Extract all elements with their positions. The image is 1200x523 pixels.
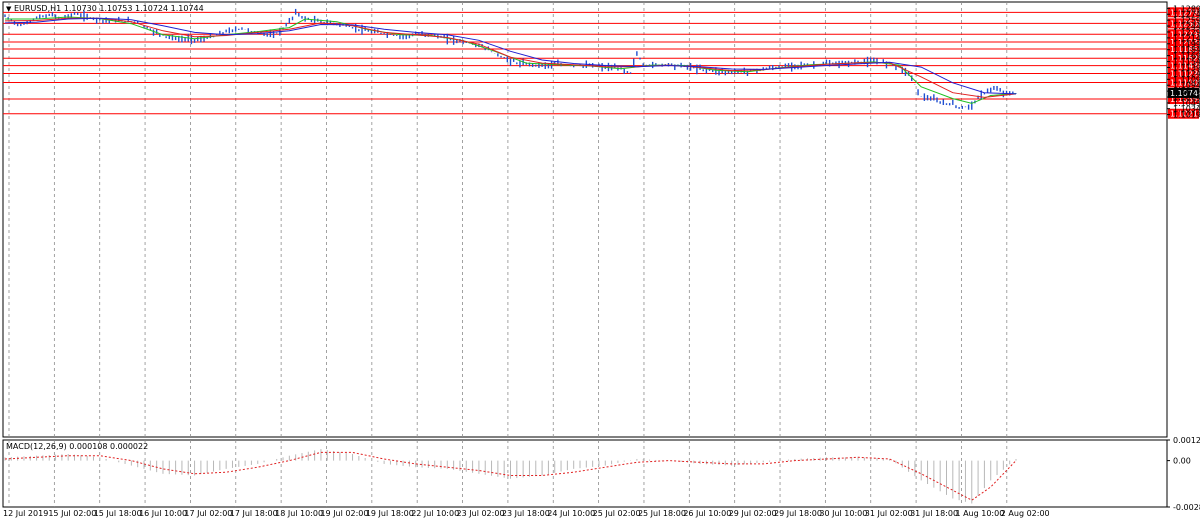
time-axis-label: 23 Jul 18:00 xyxy=(502,509,550,518)
time-axis-label: 1 Aug 10:00 xyxy=(955,509,1004,518)
time-axis-label: 25 Jul 02:00 xyxy=(593,509,641,518)
time-axis-label: 29 Jul 18:00 xyxy=(774,509,822,518)
time-axis-label: 16 Jul 10:00 xyxy=(139,509,187,518)
time-axis-label: 18 Jul 10:00 xyxy=(275,509,323,518)
time-axis-label: 31 Jul 02:00 xyxy=(865,509,913,518)
time-axis-label: 2 Aug 02:00 xyxy=(1001,509,1050,518)
time-axis-label: 31 Jul 18:00 xyxy=(910,509,958,518)
macd-axis-label: 0.00 xyxy=(1173,457,1191,466)
time-axis-label: 15 Jul 18:00 xyxy=(94,509,142,518)
price-axis-label: 1.10195 xyxy=(1173,111,1200,120)
time-axis-label: 19 Jul 18:00 xyxy=(366,509,414,518)
time-axis-label: 23 Jul 02:00 xyxy=(457,509,505,518)
time-axis-label: 25 Jul 18:00 xyxy=(638,509,686,518)
time-axis-label: 17 Jul 18:00 xyxy=(230,509,278,518)
collapse-triangle-icon[interactable]: ▼ xyxy=(6,5,12,13)
macd-plot-frame xyxy=(2,439,1168,508)
trading-chart[interactable]: 1.127881.125081.122311.120371.118571.116… xyxy=(0,0,1200,523)
macd-axis-label: -0.002814 xyxy=(1173,503,1200,512)
time-axis-label: 24 Jul 10:00 xyxy=(547,509,595,518)
time-axis-label: 30 Jul 10:00 xyxy=(819,509,867,518)
time-axis-label: 26 Jul 10:00 xyxy=(683,509,731,518)
time-axis-label: 29 Jul 02:00 xyxy=(729,509,777,518)
main-plot-frame xyxy=(2,1,1168,438)
time-axis-label: 22 Jul 10:00 xyxy=(411,509,459,518)
macd-axis-label: 0.001251 xyxy=(1173,436,1200,445)
time-axis: 12 Jul 2019 15 Jul 02:0015 Jul 18:0016 Ju… xyxy=(3,509,1050,518)
time-axis-label: 19 Jul 02:00 xyxy=(320,509,368,518)
time-axis-label: 15 Jul 02:00 xyxy=(48,509,96,518)
macd-title: MACD(12,26,9) 0.000108 0.000022 xyxy=(6,442,148,451)
time-axis-label: 17 Jul 02:00 xyxy=(184,509,232,518)
macd-axis: 0.001251 0.00 -0.002814 xyxy=(1167,436,1200,512)
symbol-info: EURUSD,H1 1.10730 1.10753 1.10724 1.1074… xyxy=(14,4,204,13)
time-axis-label: 12 Jul 2019 xyxy=(3,509,48,518)
